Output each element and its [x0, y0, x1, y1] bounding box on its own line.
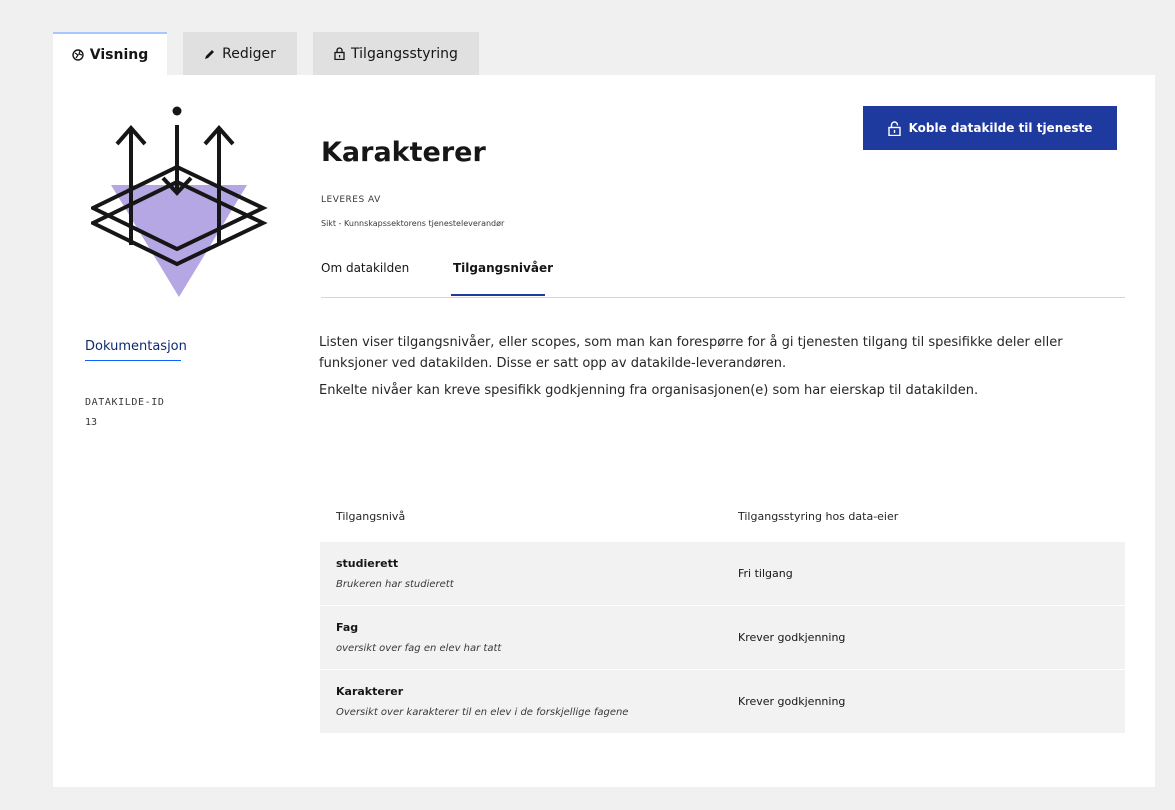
level-cell: Fag oversikt over fag en elev har tatt	[320, 621, 722, 654]
tab-view[interactable]: Visning	[53, 32, 167, 75]
connect-datasource-label: Koble datakilde til tjeneste	[908, 121, 1093, 135]
pencil-icon	[205, 49, 215, 59]
level-description: Brukeren har studierett	[336, 579, 454, 590]
level-cell: Karakterer Oversikt over karakterer til …	[320, 685, 722, 718]
level-description: Oversikt over karakterer til en elev i d…	[336, 707, 629, 718]
provided-by-value: Sikt - Kunnskapssektorens tjenestelevera…	[321, 219, 505, 228]
globe-icon	[72, 48, 84, 61]
access-control-cell: Krever godkjenning	[738, 695, 846, 708]
table-row: studierett Brukeren har studierett Fri t…	[320, 541, 1125, 605]
level-description: oversikt over fag en elev har tatt	[336, 643, 502, 654]
tab-view-label: Visning	[89, 46, 149, 63]
access-control-cell: Fri tilgang	[738, 567, 793, 580]
datasource-card: Dokumentasjon DATAKILDE-ID 13 Koble data…	[53, 75, 1155, 787]
lock-icon	[334, 47, 345, 60]
level-cell: studierett Brukeren har studierett	[320, 557, 722, 590]
datasource-logo-icon	[91, 106, 268, 297]
table-row: Karakterer Oversikt over karakterer til …	[320, 669, 1125, 733]
page-title: Karakterer	[321, 137, 486, 168]
column-header-owner-control: Tilgangsstyring hos data-eier	[738, 509, 899, 523]
table-row: Fag oversikt over fag en elev har tatt K…	[320, 605, 1125, 669]
tab-about-datasource[interactable]: Om datakilden	[321, 261, 409, 296]
description-paragraph-1: Listen viser tilgangsnivåer, eller scope…	[319, 335, 1063, 371]
column-header-level: Tilgangsnivå	[336, 509, 406, 523]
datasource-subtabs: Om datakilden Tilgangsnivåer	[321, 253, 1125, 298]
tab-edit-label: Rediger	[222, 45, 276, 62]
documentation-link[interactable]: Dokumentasjon	[85, 339, 187, 361]
datasource-id-label: DATAKILDE-ID	[85, 397, 165, 408]
connect-datasource-button[interactable]: Koble datakilde til tjeneste	[863, 106, 1117, 150]
table-header: Tilgangsnivå Tilgangsstyring hos data-ei…	[320, 491, 1125, 541]
level-name: studierett	[336, 557, 399, 570]
description-paragraph-2: Enkelte nivåer kan kreve spesifikk godkj…	[319, 383, 979, 398]
level-name: Karakterer	[336, 685, 404, 698]
documentation-label: Dokumentasjon	[85, 339, 187, 354]
tab-access-label: Tilgangsstyring	[351, 45, 458, 62]
access-levels-description: Listen viser tilgangsnivåer, eller scope…	[319, 332, 1129, 407]
access-levels-table: Tilgangsnivå Tilgangsstyring hos data-ei…	[320, 491, 1125, 733]
tab-access-control[interactable]: Tilgangsstyring	[313, 32, 479, 75]
provided-by-label: LEVERES AV	[321, 195, 381, 205]
datasource-id-value: 13	[85, 417, 98, 428]
level-name: Fag	[336, 621, 359, 634]
tab-access-levels[interactable]: Tilgangsnivåer	[451, 261, 553, 296]
tab-edit[interactable]: Rediger	[183, 32, 297, 75]
access-control-cell: Krever godkjenning	[738, 631, 846, 644]
unlock-icon	[887, 120, 901, 136]
